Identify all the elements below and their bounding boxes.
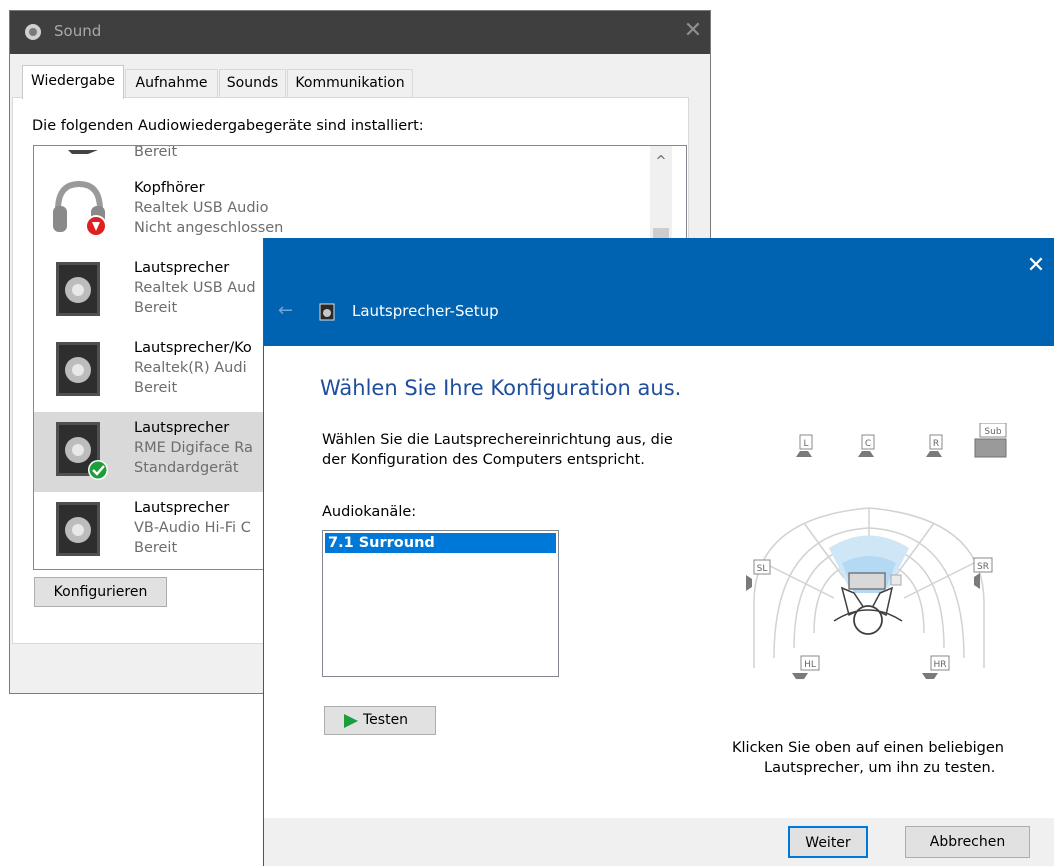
speaker-front-left[interactable]: L (796, 434, 813, 457)
device-driver: Realtek USB Aud (134, 280, 256, 296)
play-icon (344, 714, 358, 728)
speaker-label-sub: Sub (984, 427, 1001, 437)
speaker-icon (25, 24, 41, 40)
device-name: Lautsprecher (134, 420, 230, 436)
description-line: der Konfiguration des Computers entspric… (322, 452, 645, 468)
speaker-label-sl: SL (757, 564, 768, 574)
configure-button[interactable]: Konfigurieren (34, 577, 167, 607)
speaker-label-sr: SR (977, 562, 989, 572)
device-name: Lautsprecher (134, 500, 230, 516)
device-status: Bereit (134, 380, 178, 396)
device-status: Bereit (134, 540, 178, 556)
back-arrow-icon[interactable]: ← (278, 301, 298, 321)
speaker-subwoofer[interactable]: Sub (974, 423, 1007, 458)
test-button[interactable]: Testen (324, 706, 436, 735)
speaker-device-icon (56, 502, 100, 556)
speaker-app-icon (319, 303, 335, 321)
speaker-center[interactable]: C (858, 434, 875, 457)
panel-heading: Die folgenden Audiowiedergabegeräte sind… (32, 118, 424, 134)
device-name: Lautsprecher (134, 260, 230, 276)
tab-sounds[interactable]: Sounds (219, 69, 286, 98)
speaker-rear-right[interactable]: HR (922, 655, 950, 679)
test-button-label: Testen (363, 712, 409, 728)
device-name: Kopfhörer (134, 180, 205, 196)
window-title: Sound (54, 22, 102, 40)
device-driver: VB-Audio Hi-Fi C (134, 520, 251, 536)
device-driver: Realtek(R) Audi (134, 360, 247, 376)
tab-aufnahme[interactable]: Aufnahme (125, 69, 218, 98)
device-driver: RME Digiface Ra (134, 440, 253, 456)
speaker-rear-left[interactable]: HL (792, 655, 820, 679)
next-button[interactable]: Weiter (788, 826, 868, 858)
speaker-device-icon (56, 342, 100, 396)
speaker-layout-diagram: L C R Sub SL SR HL HR (746, 423, 1007, 679)
dialog-header[interactable]: ✕ ← Lautsprecher-Setup (264, 238, 1054, 346)
scroll-up-button[interactable]: ^ (650, 154, 672, 172)
speaker-device-icon (56, 422, 108, 480)
hint-line: Lautsprecher, um ihn zu testen. (764, 760, 996, 776)
device-status: Bereit (134, 300, 178, 316)
speaker-label-hl: HL (804, 660, 816, 670)
speaker-device-icon (56, 262, 100, 316)
close-button[interactable]: ✕ (682, 20, 704, 42)
cancel-button[interactable]: Abbrechen (905, 826, 1030, 858)
device-status: Standardgerät (134, 460, 239, 476)
device-driver: Realtek USB Audio (134, 200, 269, 216)
dialog-title: Lautsprecher-Setup (352, 302, 499, 320)
device-status: Bereit (134, 145, 178, 160)
headphones-icon (53, 180, 107, 237)
speaker-label-l: L (803, 439, 808, 449)
speaker-label-hr: HR (933, 660, 946, 670)
tab-kommunikation[interactable]: Kommunikation (287, 69, 413, 98)
hint-line: Klicken Sie oben auf einen beliebigen (732, 740, 1004, 756)
device-status: Nicht angeschlossen (134, 220, 284, 236)
speaker-label-r: R (933, 439, 939, 449)
tab-wiedergabe[interactable]: Wiedergabe (22, 65, 124, 99)
speaker-setup-dialog: ✕ ← Lautsprecher-Setup Wählen Sie Ihre K… (263, 238, 1054, 866)
page-heading: Wählen Sie Ihre Konfiguration aus. (320, 376, 682, 400)
speaker-front-right[interactable]: R (926, 434, 943, 457)
channel-option-selected[interactable]: 7.1 Surround (325, 533, 556, 553)
audio-channels-list[interactable]: 7.1 Surround (322, 530, 559, 677)
channels-label: Audiokanäle: (322, 504, 417, 520)
speaker-label-c: C (865, 439, 871, 449)
device-name: Lautsprecher/Ko (134, 340, 252, 356)
close-button[interactable]: ✕ (1024, 254, 1048, 278)
description-line: Wählen Sie die Lautsprechereinrichtung a… (322, 432, 673, 448)
sound-titlebar[interactable]: Sound ✕ (10, 11, 710, 54)
